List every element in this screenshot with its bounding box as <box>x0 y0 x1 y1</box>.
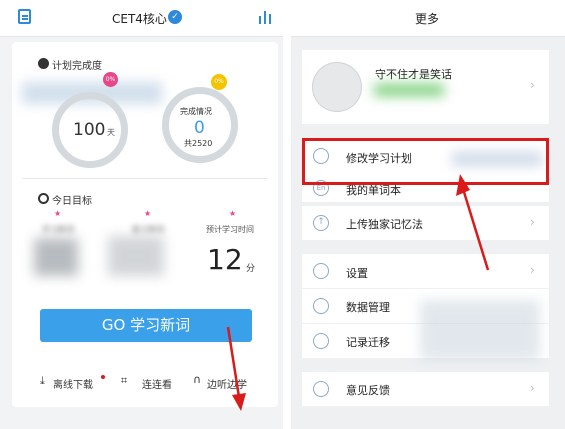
target-icon <box>38 193 49 204</box>
chevron-right-icon: › <box>530 381 535 395</box>
plan-label: 计划完成度 <box>52 61 102 72</box>
offline-download-link[interactable]: 离线下载 <box>53 376 93 391</box>
menu-label-transfer: 记录迁移 <box>346 336 390 349</box>
blurred-user-info <box>374 84 444 96</box>
chevron-right-icon: › <box>530 78 535 92</box>
download-icon: ⤓ <box>40 374 45 387</box>
plan-badge: 0% <box>103 72 118 87</box>
upload-icon: ↑ <box>313 215 329 231</box>
goal-time-label: 预计学习时间 <box>206 225 254 234</box>
calendar-icon[interactable] <box>18 9 31 24</box>
time-unit: 分 <box>246 264 256 274</box>
goal-review-label: 复习单词 <box>132 225 164 234</box>
blurred-right-patch <box>420 300 540 360</box>
menu-row-upload[interactable] <box>302 206 549 240</box>
completion-value: 0 <box>194 118 205 138</box>
red-arrow-right <box>456 174 490 271</box>
divider <box>22 178 268 179</box>
headphone-icon: ∩ <box>193 373 202 386</box>
right-header: 更多 <box>291 0 565 37</box>
user-name: 守不住才是笑话 <box>375 68 452 81</box>
menu-label-upload: 上传独家记忆法 <box>346 218 423 231</box>
settings-icon <box>313 263 329 279</box>
blurred-goal-review <box>108 236 164 276</box>
time-value: 12 <box>207 243 243 276</box>
star-icon: ★ <box>54 209 62 218</box>
gamepad-icon: ⌗ <box>121 374 128 387</box>
feedback-icon <box>313 381 329 397</box>
plan-days-unit: 天 <box>107 128 115 137</box>
menu-label-data: 数据管理 <box>346 301 390 314</box>
transfer-icon <box>313 333 329 349</box>
today-label: 今日目标 <box>52 196 92 207</box>
completion-label: 完成情况 <box>180 107 212 116</box>
avatar <box>312 62 362 112</box>
match-game-link[interactable]: 连连看 <box>142 376 172 391</box>
chevron-right-icon: › <box>530 215 535 229</box>
new-dot <box>101 375 105 379</box>
more-title: 更多 <box>415 12 440 26</box>
completion-total: 共2520 <box>184 139 213 148</box>
pie-icon <box>38 58 49 69</box>
highlight-box <box>302 138 549 185</box>
star-icon: ★ <box>229 209 237 218</box>
goal-new-label: 学习新词 <box>42 225 74 234</box>
menu-row-settings[interactable] <box>302 254 549 288</box>
star-icon: ★ <box>144 209 152 218</box>
book-title[interactable]: CET4核心 <box>112 10 167 27</box>
menu-label-settings: 设置 <box>346 267 368 280</box>
menu-row-feedback[interactable] <box>302 372 549 406</box>
left-header: CET4核心 ✓ <box>0 0 283 37</box>
done-badge: 0% <box>211 74 227 90</box>
data-icon <box>313 298 329 314</box>
dropdown-icon[interactable]: ✓ <box>168 10 182 24</box>
chevron-right-icon: › <box>530 263 535 277</box>
red-arrow-left <box>226 326 246 411</box>
blurred-goal-new <box>34 238 78 276</box>
plan-days-value: 100 <box>73 120 106 140</box>
menu-label-feedback: 意见反馈 <box>346 384 390 397</box>
stats-icon[interactable] <box>258 10 274 24</box>
